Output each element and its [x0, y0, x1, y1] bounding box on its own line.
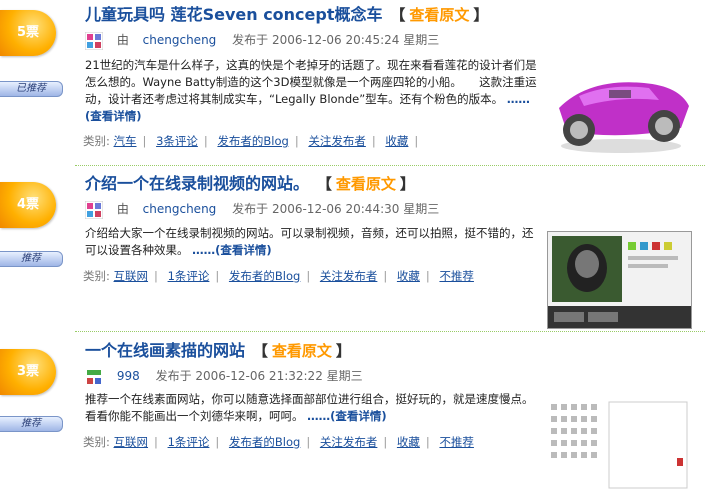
category-link[interactable]: 互联网: [114, 269, 149, 283]
story-actions: 类别: 互联网 | 1条评论 | 发布者的Blog | 关注发布者 | 收藏 | 不推荐: [83, 268, 474, 284]
divider: |: [383, 269, 388, 283]
story-summary: 介绍给大家一个在线录制视频的网站。可以录制视频，音频，还可以拍照，挺不错的，还可…: [85, 225, 535, 259]
divider: |: [142, 134, 147, 148]
follow-publisher-link[interactable]: 关注发布者: [308, 134, 366, 148]
view-original-link[interactable]: 查看原文: [272, 342, 332, 360]
category-link[interactable]: 互联网: [114, 435, 149, 449]
favorite-link[interactable]: 收藏: [397, 435, 420, 449]
recommend-tab[interactable]: 推荐: [0, 251, 63, 267]
favorite-link[interactable]: 收藏: [397, 269, 420, 283]
follow-publisher-link[interactable]: 关注发布者: [320, 435, 378, 449]
user-avatar-icon[interactable]: [85, 367, 103, 386]
publisher-blog-link[interactable]: 发布者的Blog: [217, 134, 288, 148]
category-label: 类别:: [83, 435, 110, 449]
story-item: 5票 已推荐 儿童玩具吗 莲花Seven concept概念车 【查看原文】 由…: [0, 0, 709, 165]
divider: |: [425, 435, 430, 449]
divider: |: [154, 435, 158, 449]
sketch-site-screenshot: [547, 398, 692, 492]
bracket-close: 】: [335, 342, 351, 360]
divider: |: [215, 435, 220, 449]
publisher-blog-link[interactable]: 发布者的Blog: [229, 269, 300, 283]
divider: |: [306, 269, 311, 283]
story-title-link[interactable]: 儿童玩具吗 莲花Seven concept概念车: [85, 5, 383, 24]
user-avatar-icon[interactable]: [85, 200, 103, 219]
bracket-open: 【: [252, 342, 268, 360]
video-site-screenshot: [548, 232, 691, 328]
story-meta: 由 chengcheng 发布于 2006-12-06 20:44:30 星期三: [85, 200, 439, 219]
bracket-close: 】: [399, 175, 415, 193]
story-summary: 推荐一个在线素面网站，你可以随意选择面部部位进行组合，挺好玩的，就是速度慢点。看…: [85, 391, 535, 425]
summary-text: 介绍给大家一个在线录制视频的网站。可以录制视频，音频，还可以拍照，挺不错的，还可…: [85, 226, 534, 257]
follow-publisher-link[interactable]: 关注发布者: [320, 269, 378, 283]
user-avatar-icon[interactable]: [85, 31, 103, 50]
story-thumbnail[interactable]: [547, 231, 692, 329]
story-title-row: 一个在线画素描的网站 【查看原文】: [85, 337, 355, 361]
recommended-tab: 已推荐: [0, 81, 63, 97]
publisher-blog-link[interactable]: 发布者的Blog: [229, 435, 300, 449]
comments-link[interactable]: 1条评论: [168, 269, 210, 283]
divider: |: [154, 269, 158, 283]
story-summary: 21世纪的汽车是什么样子，这真的快是个老掉牙的话题了。现在来看看莲花的设计者们是…: [85, 57, 545, 125]
vote-count-badge[interactable]: 3票: [0, 349, 56, 395]
divider: |: [203, 134, 208, 148]
publish-time: 发布于 2006-12-06 20:44:30 星期三: [232, 202, 440, 216]
favorite-link[interactable]: 收藏: [385, 134, 408, 148]
divider: |: [383, 435, 388, 449]
divider: |: [414, 134, 419, 148]
author-name[interactable]: chengcheng: [143, 202, 217, 216]
publish-time: 发布于 2006-12-06 21:32:22 星期三: [155, 369, 363, 383]
category-link[interactable]: 汽车: [114, 134, 137, 148]
story-item: 4票 推荐 介绍一个在线录制视频的网站。 【查看原文】 由 chengcheng…: [0, 166, 709, 332]
bracket-close: 】: [473, 6, 489, 24]
comments-link[interactable]: 1条评论: [168, 435, 210, 449]
bracket-open: 【: [316, 175, 332, 193]
story-actions: 类别: 互联网 | 1条评论 | 发布者的Blog | 关注发布者 | 收藏 | 不推荐: [83, 434, 474, 450]
story-title-row: 儿童玩具吗 莲花Seven concept概念车 【查看原文】: [85, 1, 492, 25]
story-thumbnail[interactable]: [549, 48, 694, 156]
publish-time: 发布于 2006-12-06 20:45:24 星期三: [232, 33, 440, 47]
story-thumbnail[interactable]: [547, 398, 692, 492]
recommend-tab[interactable]: 推荐: [0, 416, 63, 432]
author-name[interactable]: chengcheng: [143, 33, 217, 47]
story-separator: [75, 331, 705, 332]
story-title-row: 介绍一个在线录制视频的网站。 【查看原文】: [85, 170, 419, 194]
divider: |: [371, 134, 376, 148]
divider: |: [215, 269, 220, 283]
story-item: 3票 推荐 一个在线画素描的网站 【查看原文】 998 发布于 2006-12-…: [0, 333, 709, 494]
by-label: 由: [116, 202, 129, 216]
view-details-link[interactable]: ……(查看详情): [192, 243, 272, 257]
category-label: 类别:: [83, 134, 110, 148]
view-original-link[interactable]: 查看原文: [336, 175, 396, 193]
pink-car-image: [549, 48, 694, 156]
view-original-link[interactable]: 查看原文: [409, 6, 469, 24]
not-recommend-link[interactable]: 不推荐: [439, 269, 474, 283]
divider: |: [294, 134, 299, 148]
story-meta: 998 发布于 2006-12-06 21:32:22 星期三: [85, 367, 363, 386]
vote-count-badge[interactable]: 5票: [0, 10, 56, 56]
story-title-link[interactable]: 介绍一个在线录制视频的网站。: [85, 174, 309, 193]
story-meta: 由 chengcheng 发布于 2006-12-06 20:45:24 星期三: [85, 31, 439, 50]
view-details-link[interactable]: ……(查看详情): [307, 409, 387, 423]
category-label: 类别:: [83, 269, 110, 283]
divider: |: [306, 435, 311, 449]
author-name[interactable]: 998: [117, 369, 140, 383]
not-recommend-link[interactable]: 不推荐: [439, 435, 474, 449]
divider: |: [425, 269, 430, 283]
vote-count-badge[interactable]: 4票: [0, 182, 56, 228]
story-title-link[interactable]: 一个在线画素描的网站: [85, 341, 245, 360]
bracket-open: 【: [390, 6, 406, 24]
summary-text: 21世纪的汽车是什么样子，这真的快是个老掉牙的话题了。现在来看看莲花的设计者们是…: [85, 58, 537, 106]
story-actions: 类别: 汽车 | 3条评论 | 发布者的Blog | 关注发布者 | 收藏 |: [83, 133, 424, 149]
comments-link[interactable]: 3条评论: [156, 134, 198, 148]
by-label: 由: [116, 33, 129, 47]
